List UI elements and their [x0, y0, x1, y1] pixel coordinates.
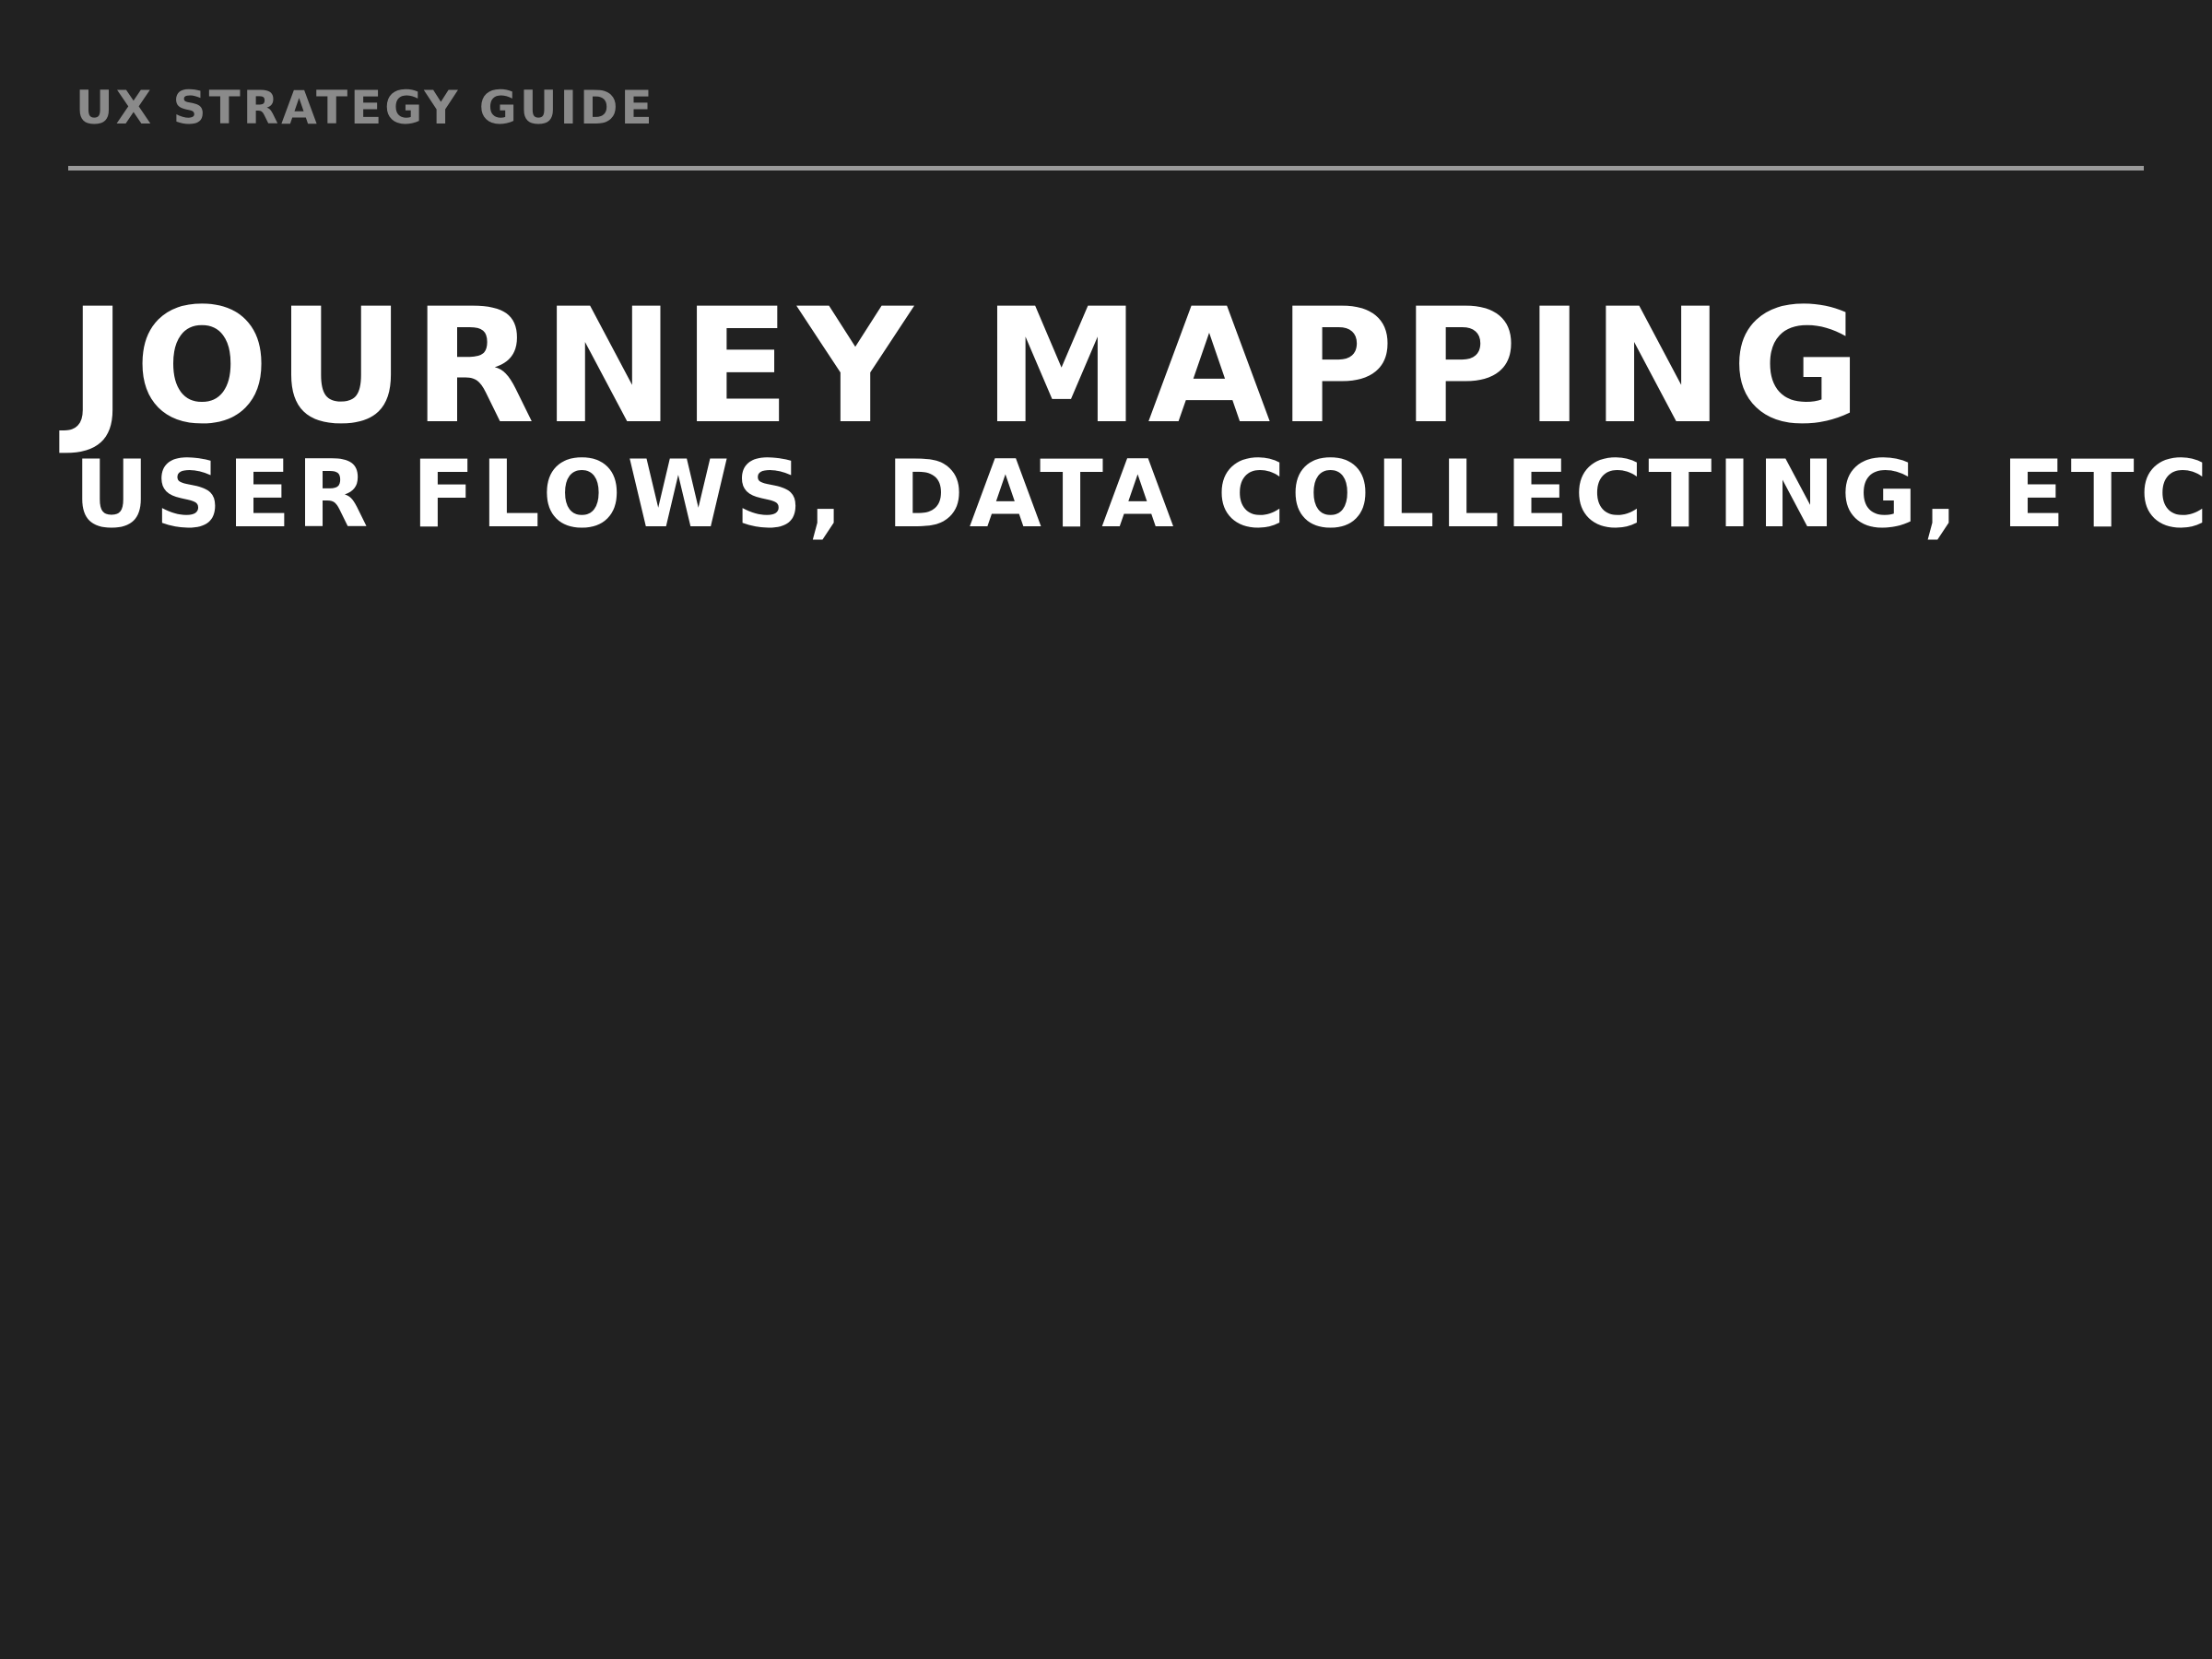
slide-subtitle: USER FLOWS, DATA COLLECTING, ETC: [74, 440, 2212, 548]
slide-title: JOURNEY MAPPING: [68, 274, 1869, 459]
header-divider: [68, 166, 2144, 171]
guide-kicker: UX STRATEGY GUIDE: [76, 81, 655, 135]
slide: UX STRATEGY GUIDE JOURNEY MAPPING USER F…: [0, 0, 2212, 1659]
